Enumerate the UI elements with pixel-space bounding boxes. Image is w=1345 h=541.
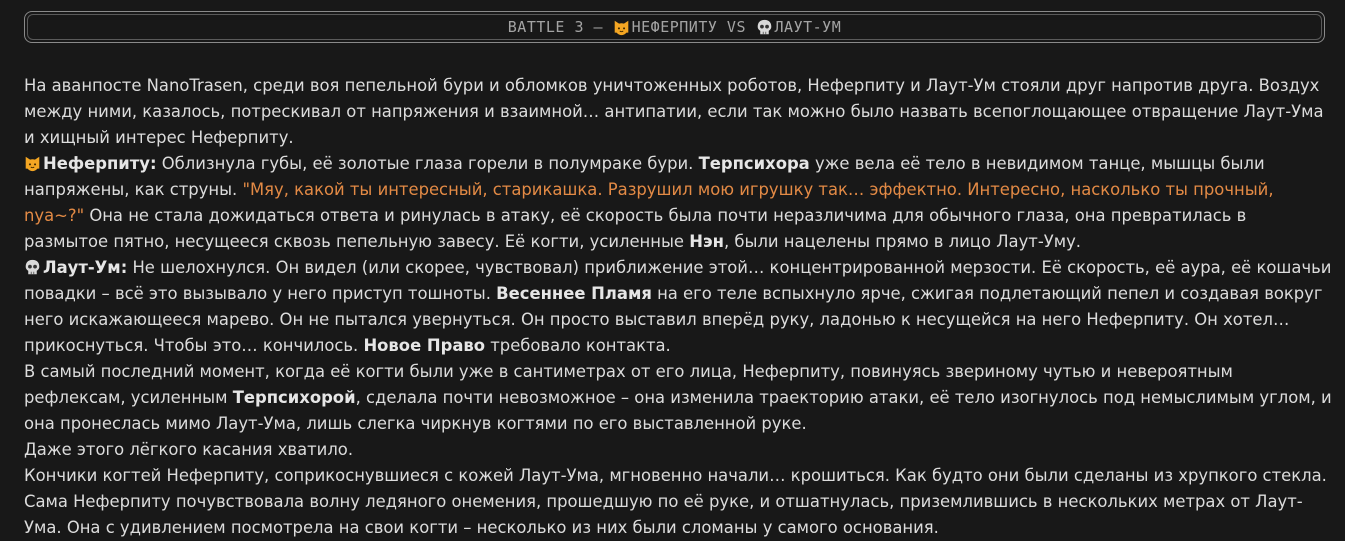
story-text-span: Облизнула губы, её золотые глаза горели … xyxy=(156,154,699,173)
ability-name: Терпсихора xyxy=(698,154,810,173)
ability-name: Нэн xyxy=(689,232,724,251)
skull-icon xyxy=(25,259,40,275)
cat-face-icon xyxy=(614,20,628,35)
vs-label: VS xyxy=(717,18,756,36)
cat-face-icon xyxy=(25,156,40,172)
ability-name: Весеннее Пламя xyxy=(496,284,652,303)
skull-icon xyxy=(757,19,771,34)
fighter2-name: ЛАУТ-УМ xyxy=(774,18,842,36)
speaker-name: Неферпиту: xyxy=(43,154,157,173)
story-text-span: требовало контакта. xyxy=(485,336,671,355)
speaker-name: Лаут-Ум: xyxy=(43,258,128,277)
story-text: На аванпосте NanoTrasen, среди воя пепел… xyxy=(24,73,1334,541)
ability-name: Терпсихорой xyxy=(232,388,356,407)
story-paragraph-laut-um: Лаут-Ум: Не шелохнулся. Он видел (или ск… xyxy=(24,255,1334,359)
story-paragraph-claws: Кончики когтей Неферпиту, соприкоснувшие… xyxy=(24,466,1327,537)
story-text-span: , были нацелены прямо в лицо Лаут-Уму. xyxy=(723,232,1081,251)
fighter1-name: НЕФЕРПИТУ xyxy=(631,18,718,36)
battle-header: BATTLE 3 – НЕФЕРПИТУ VS ЛАУТ-УМ xyxy=(24,11,1325,43)
story-paragraph-touch: Даже этого лёгкого касания хватило. xyxy=(24,440,354,459)
story-paragraph-dodge: В самый последний момент, когда её когти… xyxy=(24,359,1334,437)
story-paragraph-neferpitou: Неферпиту: Облизнула губы, её золотые гл… xyxy=(24,151,1334,255)
ability-name: Новое Право xyxy=(363,336,486,355)
story-paragraph-intro: На аванпосте NanoTrasen, среди воя пепел… xyxy=(24,76,1324,147)
battle-prefix: BATTLE 3 – xyxy=(507,18,613,36)
battle-title: BATTLE 3 – НЕФЕРПИТУ VS ЛАУТ-УМ xyxy=(508,18,841,36)
